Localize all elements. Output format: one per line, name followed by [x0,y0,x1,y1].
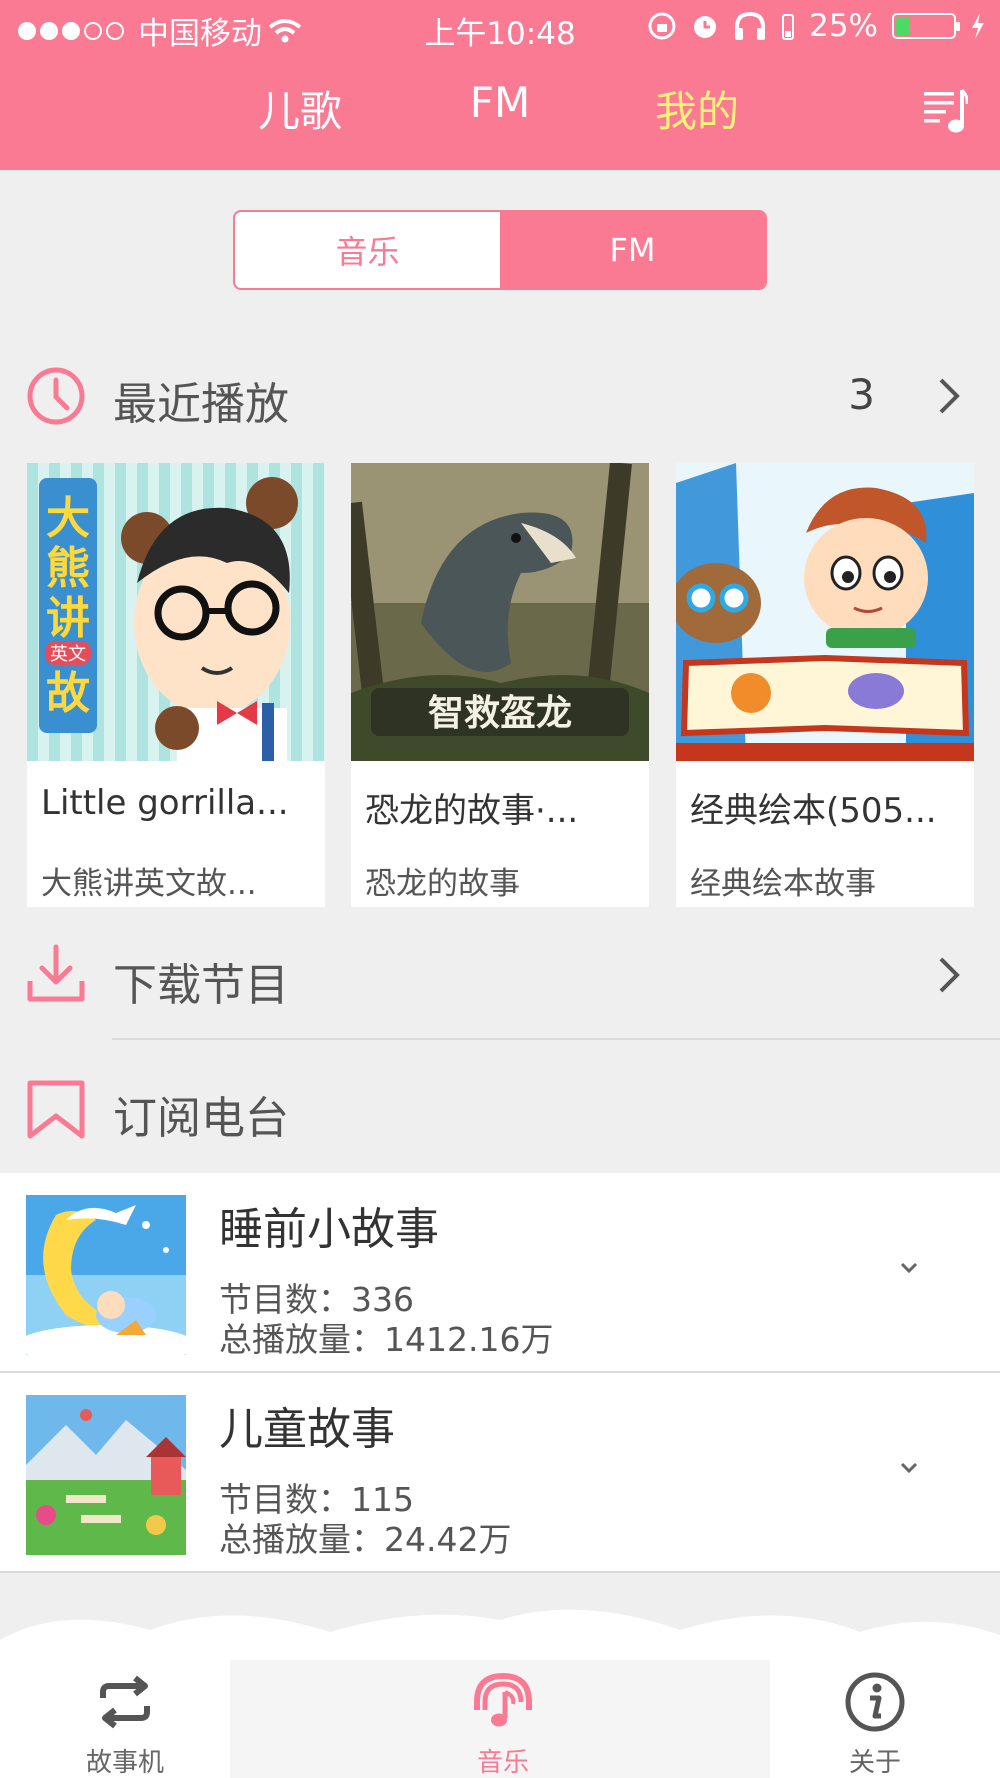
card-subtitle: 经典绘本故事 [690,866,876,902]
picture-book-cover [676,463,974,761]
card-title: Little gorrilla... [41,783,289,823]
subscriptions-header: 订阅电台 [0,1058,1000,1158]
subscription-list: 睡前小故事 节目数：336 总播放量：1412.16万 儿童故事 节目数：115… [0,1173,1000,1573]
tab-label: 关于 [848,1748,901,1778]
tab-story-machine[interactable]: 故事机 [45,1670,205,1778]
bookmark-icon [27,1080,85,1139]
headphones-status-icon [735,11,766,40]
card-subtitle: 大熊讲英文故... [41,866,257,902]
card-subtitle: 恐龙的故事 [365,866,520,902]
bedtime-thumbnail [26,1195,186,1355]
play-count-label: 总播放量： [219,1320,384,1359]
svg-text:英文: 英文 [50,644,86,665]
tab-mine[interactable]: 我的 [637,78,757,139]
bottom-tab-bar: 故事机 音乐 关于 [0,1600,1000,1778]
battery-percent: 25% [809,8,878,44]
clock-icon [27,367,85,425]
segment-fm[interactable]: FM [500,212,765,288]
downloads-row[interactable]: 下载节目 [0,925,1000,1025]
play-count: 总播放量：1412.16万 [219,1313,553,1361]
tab-music[interactable]: 音乐 [423,1670,583,1778]
chevron-right-icon[interactable] [936,955,962,995]
play-count-label: 总播放量： [219,1520,384,1559]
kids-story-thumbnail [26,1395,186,1555]
recent-card[interactable]: 大 熊 讲 英文 故 Little gorrilla... 大熊讲英文故... [27,463,325,907]
chevron-right-icon[interactable] [936,376,962,416]
play-count: 总播放量：24.42万 [219,1513,511,1561]
info-icon [845,1672,905,1732]
recent-section-header[interactable]: 最近播放 3 [0,346,1000,446]
recent-title: 最近播放 [113,379,289,430]
tab-fm[interactable]: FM [440,78,560,127]
svg-text:熊: 熊 [46,543,90,594]
tab-label: 故事机 [85,1748,164,1778]
station-name: 儿童故事 [219,1404,395,1455]
battery-icon [892,13,960,39]
app-header: 中国移动 上午10:48 25% 儿歌 FM 我的 [0,0,1000,170]
music-fm-segment: 音乐 FM [233,210,767,290]
rotation-lock-icon [648,12,676,40]
svg-text:大: 大 [46,493,90,544]
headphone-battery-icon [782,14,795,40]
list-item[interactable]: 儿童故事 节目数：115 总播放量：24.42万 [0,1373,1000,1573]
recent-card[interactable]: 智救盔龙 恐龙的故事·... 恐龙的故事 [351,463,649,907]
tab-nursery-rhymes[interactable]: 儿歌 [240,78,360,139]
svg-text:故: 故 [46,668,90,719]
card-title: 恐龙的故事·... [365,791,579,831]
chevron-down-icon[interactable] [896,1459,922,1477]
subscriptions-title: 订阅电台 [113,1093,289,1144]
segment-music[interactable]: 音乐 [235,212,500,288]
alarm-icon [694,16,717,38]
play-count-value: 24.42万 [384,1520,512,1559]
chevron-down-icon[interactable] [896,1259,922,1277]
tab-label: 音乐 [476,1748,529,1778]
tab-about[interactable]: 关于 [795,1670,955,1778]
card-title: 经典绘本(505... [690,791,937,831]
headphones-icon [474,1672,532,1727]
station-thumbnail [26,1195,186,1355]
play-count-value: 1412.16万 [384,1320,554,1359]
divider [112,1038,1000,1040]
svg-text:讲: 讲 [46,593,90,644]
list-item[interactable]: 睡前小故事 节目数：336 总播放量：1412.16万 [0,1173,1000,1373]
album-cover [676,463,974,761]
dinosaur-cover: 智救盔龙 [351,463,649,761]
downloads-title: 下载节目 [113,960,289,1011]
status-right: 25% [647,8,986,44]
station-thumbnail [26,1395,186,1555]
status-bar: 中国移动 上午10:48 25% [0,0,1000,56]
album-cover: 智救盔龙 [351,463,649,761]
download-icon [27,944,85,1002]
bear-english-cover: 大 熊 讲 英文 故 [27,463,325,761]
playlist-music-icon[interactable] [924,88,968,136]
album-cover: 大 熊 讲 英文 故 [27,463,325,761]
station-name: 睡前小故事 [219,1204,439,1255]
recent-card[interactable]: 经典绘本(505... 经典绘本故事 [676,463,974,907]
recent-count: 3 [848,370,875,419]
charging-bolt-icon [972,13,984,39]
top-nav: 儿歌 FM 我的 [0,78,1000,148]
svg-text:智救盔龙: 智救盔龙 [428,693,572,734]
repeat-icon [100,1675,150,1729]
